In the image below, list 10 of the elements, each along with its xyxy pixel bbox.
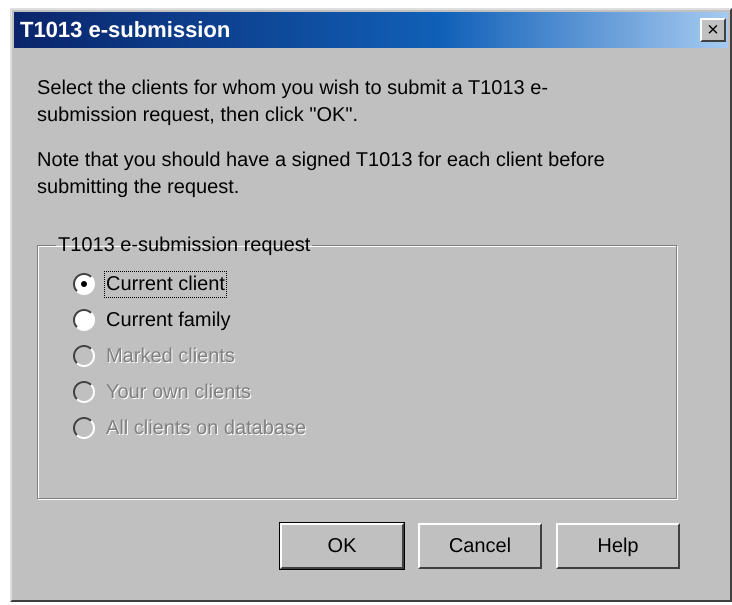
radio-label[interactable]: Current family: [105, 308, 232, 332]
window-title: T1013 e-submission: [20, 17, 230, 43]
instruction-text: Note that you should have a signed T1013 for each client before submitting the request.: [37, 148, 606, 200]
dialog-button[interactable]: OK: [280, 523, 404, 569]
instruction-text: Select the clients for whom you wish to submit a T1013 e-submission request, then click "OK".: [37, 76, 549, 128]
dialog-button[interactable]: Cancel: [418, 523, 542, 569]
dialog-button[interactable]: Help: [556, 523, 680, 569]
radio-label[interactable]: Current client: [105, 272, 226, 296]
close-button[interactable]: ×: [700, 18, 726, 42]
group-title: T1013 e-submission request: [57, 234, 312, 257]
